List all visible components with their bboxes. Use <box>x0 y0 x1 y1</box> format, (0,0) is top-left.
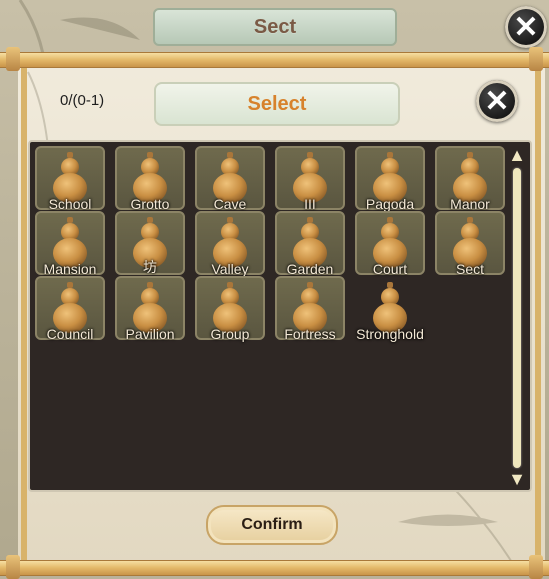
item-label: Fortress <box>284 326 336 342</box>
background-close-button[interactable]: ✕ <box>505 6 547 48</box>
grid-item[interactable]: Stronghold <box>355 276 425 342</box>
grid-item[interactable]: Pagoda <box>355 146 425 212</box>
scrollbar[interactable]: ▲ ▼ <box>508 146 526 488</box>
scroll-rod-top <box>0 47 549 71</box>
item-label: III <box>304 196 316 212</box>
grid-item[interactable]: 坊 <box>115 211 185 275</box>
close-x-icon: ✕ <box>484 84 510 118</box>
item-label: Court <box>372 261 408 277</box>
confirm-button[interactable]: Confirm <box>206 505 338 545</box>
grid-item[interactable]: Garden <box>275 211 345 277</box>
item-label: Mansion <box>43 261 97 277</box>
arrow-up-icon[interactable]: ▲ <box>508 146 526 164</box>
scroll-track[interactable] <box>513 168 521 468</box>
background-title: Sect <box>153 8 397 46</box>
item-label: Pagoda <box>365 196 415 212</box>
grid-item[interactable]: School <box>35 146 105 212</box>
grid-item[interactable]: Court <box>355 211 425 277</box>
grid-item[interactable]: Council <box>35 276 105 342</box>
item-label: Valley <box>211 261 249 277</box>
item-label: 坊 <box>143 259 157 275</box>
dialog-close-button[interactable]: ✕ <box>476 80 518 122</box>
grid-item[interactable]: Mansion <box>35 211 105 277</box>
item-label: Grotto <box>130 196 170 212</box>
grid-item[interactable]: III <box>275 146 345 212</box>
item-label: Cave <box>213 196 247 212</box>
item-label: Stronghold <box>356 326 424 342</box>
item-label: School <box>48 196 92 212</box>
grid-item[interactable]: Fortress <box>275 276 345 342</box>
item-label: Sect <box>455 261 484 277</box>
grid-item[interactable]: Manor <box>435 146 505 212</box>
selection-counter: 0/(0-1) <box>60 92 105 109</box>
grid-item[interactable]: Sect <box>435 211 505 277</box>
close-x-icon: ✕ <box>513 10 539 44</box>
item-label: Group <box>210 326 250 342</box>
grid-item[interactable]: Pavilion <box>115 276 185 342</box>
grid-item[interactable]: Valley <box>195 211 265 277</box>
item-grid: School Grotto Cave III Pagoda Manor Mans… <box>28 140 532 492</box>
item-label: Council <box>46 326 94 342</box>
grid-item[interactable]: Cave <box>195 146 265 212</box>
item-label: Pavilion <box>125 326 175 342</box>
dialog-title: Select <box>154 82 400 126</box>
grid-item[interactable]: Grotto <box>115 146 185 212</box>
item-label: Manor <box>450 196 490 212</box>
arrow-down-icon[interactable]: ▼ <box>508 470 526 488</box>
grid-item[interactable]: Group <box>195 276 265 342</box>
item-label: Garden <box>286 261 334 277</box>
